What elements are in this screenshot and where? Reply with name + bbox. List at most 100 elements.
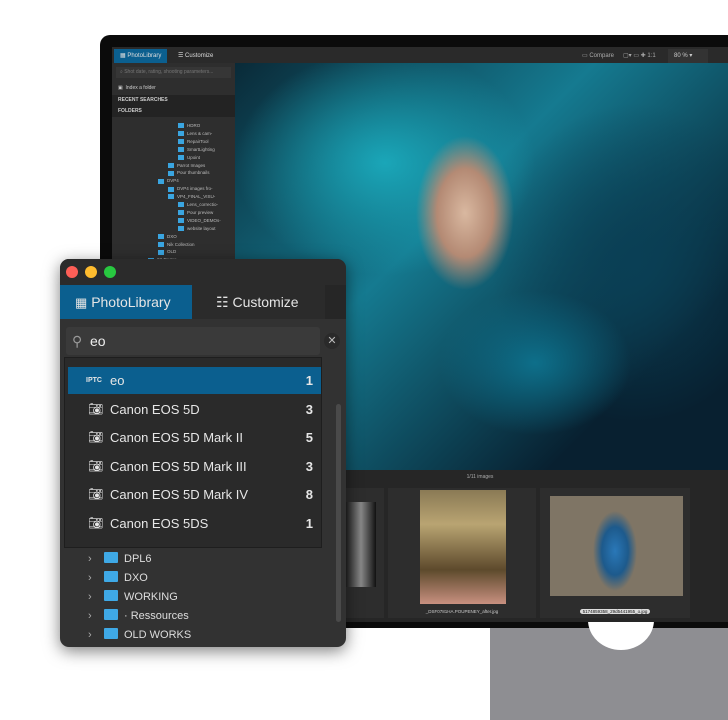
bg-search-input[interactable]: ⌕ Shot date, rating, shooting parameters… [116,67,231,78]
folder-label: Lens_correctio- [187,202,219,207]
folder-label: website layout [187,225,216,231]
zoom-window-button[interactable] [104,266,116,278]
compare-label: Compare [589,53,615,59]
close-window-button[interactable] [66,266,78,278]
clear-search-icon[interactable]: ✕ [324,333,340,349]
thumbnail[interactable]: _DSF0781HA.POUPENEY_after.jpg [388,488,536,618]
folder-label: HDRO [187,123,201,128]
folder-icon [158,233,164,239]
folder-icon [168,186,174,192]
suggestion-label: Canon EOS 5D Mark II [110,430,243,446]
folder-icon [168,162,174,168]
bg-folder-item[interactable]: SmartLighting [178,147,215,152]
view-tools[interactable]: ▢▾ ▭ ✚ 1:1 [617,49,662,63]
suggestions-dropdown: IPTC eo 1 📷︎ Canon EOS 5D 3 📷︎ Canon EOS 5D Mar… [64,357,322,548]
bg-folder-item[interactable]: OLD [158,249,177,255]
thumbnail-image [550,496,683,596]
folder-icon [178,218,184,224]
folder-label: Parrot Images [177,162,206,168]
bg-folder-item[interactable]: website layout [178,226,216,231]
bg-folder-item[interactable]: DVP4 images fro- [168,186,213,192]
bg-folder-item[interactable]: Pour preview [178,210,213,216]
suggestion-item[interactable]: IPTC eo 1 [68,367,321,394]
compare-button[interactable]: ▭ Compare [576,49,620,63]
suggestion-item[interactable]: 📷︎ Canon EOS 5D Mark III 3 [68,453,321,480]
folder-item[interactable]: › DPL6 [88,550,152,569]
app-toolbar: ▦ PhotoLibrary ☰ Customize ▭ Compare ▢▾ … [112,47,728,63]
folder-label: VIDEO_DEMOs- [187,217,221,223]
folder-item[interactable]: › · Ressources [88,607,189,626]
bg-folder-item[interactable]: VIDEO_DEMOs- [178,217,221,224]
tab-customize[interactable]: ☷ Customize [192,285,325,319]
bg-folder-item[interactable]: Pour thumbnails [168,170,210,176]
folder-icon [168,170,174,176]
suggestion-item[interactable]: 📷︎ Canon EOS 5DS 1 [68,510,321,537]
folder-label: DXO [167,233,177,239]
bg-folder-item[interactable]: Lens & cam- [178,130,213,137]
suggestion-item[interactable]: 📷︎ Canon EOS 5D 3 [68,396,321,423]
thumbnail[interactable] [344,488,384,618]
folder-icon [178,131,184,137]
search-value: eo [90,333,106,349]
folder-label: WORKING [124,591,178,603]
folder-label: RepairTool [187,138,209,144]
folder-label: OLD [167,249,177,255]
folder-icon [104,571,118,582]
folder-icon [104,590,118,601]
folder-icon [104,552,118,563]
scrollbar[interactable] [336,404,341,622]
bg-folder-item[interactable]: Parrot Images [168,163,205,168]
folder-icon [104,628,118,639]
bg-folder-item[interactable]: HDRO [178,123,201,129]
folder-label: Lens & cam- [187,130,213,136]
folder-icon [178,202,184,208]
tab-photolibrary[interactable]: ▦ PhotoLibrary [60,285,192,319]
folder-icon [158,241,164,247]
folder-label: OLD WORKS [124,629,192,641]
camera-icon: 📷︎ [88,430,104,445]
sliders-icon: ☷ [216,294,229,310]
bg-folder-item[interactable]: Lens_correctio- [178,202,219,208]
suggestion-item[interactable]: 📷︎ Canon EOS 5D Mark IV 8 [68,481,321,508]
bg-tab-customize[interactable]: ☰ Customize [172,49,219,63]
chevron-right-icon: › [88,572,92,584]
minimize-window-button[interactable] [85,266,97,278]
folder-label: VP4_FINAL_VISU- [177,194,216,200]
bg-folder-item[interactable]: Upoint [178,155,200,160]
suggestion-label: eo [110,373,125,388]
bg-folder-item[interactable]: Nik Collection [158,242,195,247]
camera-icon: 📷︎ [88,401,104,416]
suggestion-label: Canon EOS 5DS [110,516,209,531]
folders-header[interactable]: FOLDERS [112,106,235,117]
bg-folder-item[interactable]: RepairTool [178,138,209,145]
suggestion-item[interactable]: 📷︎ Canon EOS 5D Mark II 5 [68,424,321,451]
folder-item[interactable]: › OLD WORKS [88,626,191,645]
suggestion-label: Canon EOS 5D Mark III [110,458,247,474]
camera-icon: 📷︎ [88,487,104,502]
recent-searches-header[interactable]: RECENT SEARCHES [112,95,235,106]
zoom-value: 80 % [674,53,688,59]
iptc-badge: IPTC [86,377,102,384]
folder-label: · Ressources [124,610,189,622]
bg-folder-item[interactable]: DXO [158,234,177,239]
camera-icon: 📷︎ [88,458,104,473]
tab-label: PhotoLibrary [91,294,171,310]
folder-item[interactable]: › DXO [88,569,148,588]
file-name: _DSF0781HA.POUPENEY_after.jpg [425,609,499,614]
bg-tab-photolibrary[interactable]: ▦ PhotoLibrary [114,49,168,63]
search-input[interactable]: ⚲ eo [66,327,320,355]
camera-icon: 📷︎ [88,516,104,530]
thumbnail-selected[interactable]: 5174859358_29d5441955_o.jpg [540,488,690,618]
index-folder-button[interactable]: ▣ Index a folder [118,83,156,93]
zoom-select[interactable]: 80 % ▾ [668,49,708,63]
bg-folder-item[interactable]: DVP4 [158,178,179,184]
folder-icon [178,139,184,145]
file-name: 5174859358_29d5441955_o.jpg [579,609,651,614]
photolibrary-window: ▦ PhotoLibrary ☷ Customize ⚲ eo ✕ IPTC eo… [60,259,346,647]
folder-icon [168,194,174,200]
folder-label: Pour thumbnails [177,170,210,176]
folder-icon [178,123,184,129]
folder-label: DXO [124,572,148,584]
bg-folder-item[interactable]: VP4_FINAL_VISU- [168,194,216,200]
folder-item[interactable]: › WORKING [88,588,178,607]
